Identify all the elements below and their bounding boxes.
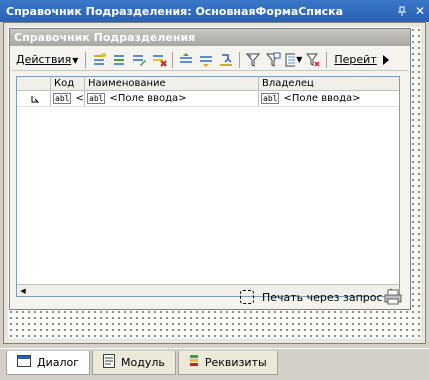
input-field-icon: abl: [87, 93, 106, 104]
toolbar-separator: [172, 51, 174, 68]
move-up-icon[interactable]: [177, 51, 195, 69]
form-title: Справочник Подразделения: [10, 29, 410, 46]
copy-item-icon[interactable]: [110, 51, 128, 69]
edit-item-icon[interactable]: [130, 51, 148, 69]
cell-code-text: <...: [75, 93, 84, 104]
scroll-left-icon[interactable]: ◀: [17, 285, 29, 297]
row-marker-icon: [17, 91, 51, 106]
window-title: Справочник Подразделения: ОсновнаяФормаС…: [6, 4, 344, 18]
list-table[interactable]: Код Наименование Владелец abl <... abl <…: [16, 76, 400, 297]
module-icon: [103, 354, 116, 371]
add-item-icon[interactable]: [90, 51, 108, 69]
dialog-icon: [17, 355, 31, 370]
filter-icon[interactable]: [244, 51, 262, 69]
selection-box-icon: [240, 290, 254, 304]
tab-module-label: Модуль: [121, 356, 165, 369]
pin-icon[interactable]: [393, 2, 411, 20]
column-header-name[interactable]: Наименование: [85, 77, 259, 90]
toolbar-separator: [239, 51, 241, 68]
toolbar-separator: [326, 51, 328, 68]
tab-attributes-label: Реквизиты: [204, 356, 267, 369]
column-header-marker: [17, 77, 51, 90]
clear-filter-icon[interactable]: [304, 51, 322, 69]
designer-tabs: Диалог Модуль Реквизиты: [0, 348, 429, 380]
column-header-code[interactable]: Код: [51, 77, 85, 90]
tab-attributes[interactable]: Реквизиты: [177, 351, 278, 375]
delete-item-icon[interactable]: [150, 51, 168, 69]
filter-history-icon[interactable]: ▼: [284, 51, 302, 69]
attributes-icon: [189, 354, 199, 371]
table-header: Код Наименование Владелец: [17, 77, 399, 91]
cell-code[interactable]: abl <...: [51, 91, 85, 106]
input-field-icon: abl: [261, 93, 280, 104]
tab-dialog[interactable]: Диалог: [6, 351, 91, 375]
goto-menu[interactable]: Перейт: [330, 53, 380, 66]
move-down-icon[interactable]: [197, 51, 215, 69]
input-field-icon: abl: [53, 93, 72, 104]
cell-owner-text: <Поле ввода>: [283, 93, 361, 104]
print-via-query[interactable]: Печать через запрос: [240, 290, 383, 304]
close-icon[interactable]: ✕: [411, 2, 429, 20]
tab-dialog-label: Диалог: [37, 356, 80, 369]
window-titlebar: Справочник Подразделения: ОсновнаяФормаС…: [0, 0, 429, 22]
toolbar-separator: [85, 51, 87, 68]
actions-menu[interactable]: Действия▼: [12, 53, 82, 66]
list-form: Справочник Подразделения Действия▼ ▼ Пер…: [9, 28, 411, 310]
cell-name[interactable]: abl <Поле ввода>: [85, 91, 259, 106]
print-via-query-label: Печать через запрос: [262, 290, 383, 304]
cell-name-text: <Поле ввода>: [109, 93, 187, 104]
form-toolbar: Действия▼ ▼ Перейт: [12, 49, 408, 71]
filter-by-value-icon[interactable]: [264, 51, 282, 69]
table-row[interactable]: abl <... abl <Поле ввода> abl <Поле ввод…: [17, 91, 399, 107]
column-header-owner[interactable]: Владелец: [259, 77, 399, 90]
cell-owner[interactable]: abl <Поле ввода>: [259, 91, 399, 106]
tab-module[interactable]: Модуль: [92, 351, 176, 375]
hierarchy-icon[interactable]: [217, 51, 235, 69]
toolbar-overflow-icon[interactable]: [382, 51, 390, 69]
printer-icon[interactable]: [384, 289, 402, 308]
